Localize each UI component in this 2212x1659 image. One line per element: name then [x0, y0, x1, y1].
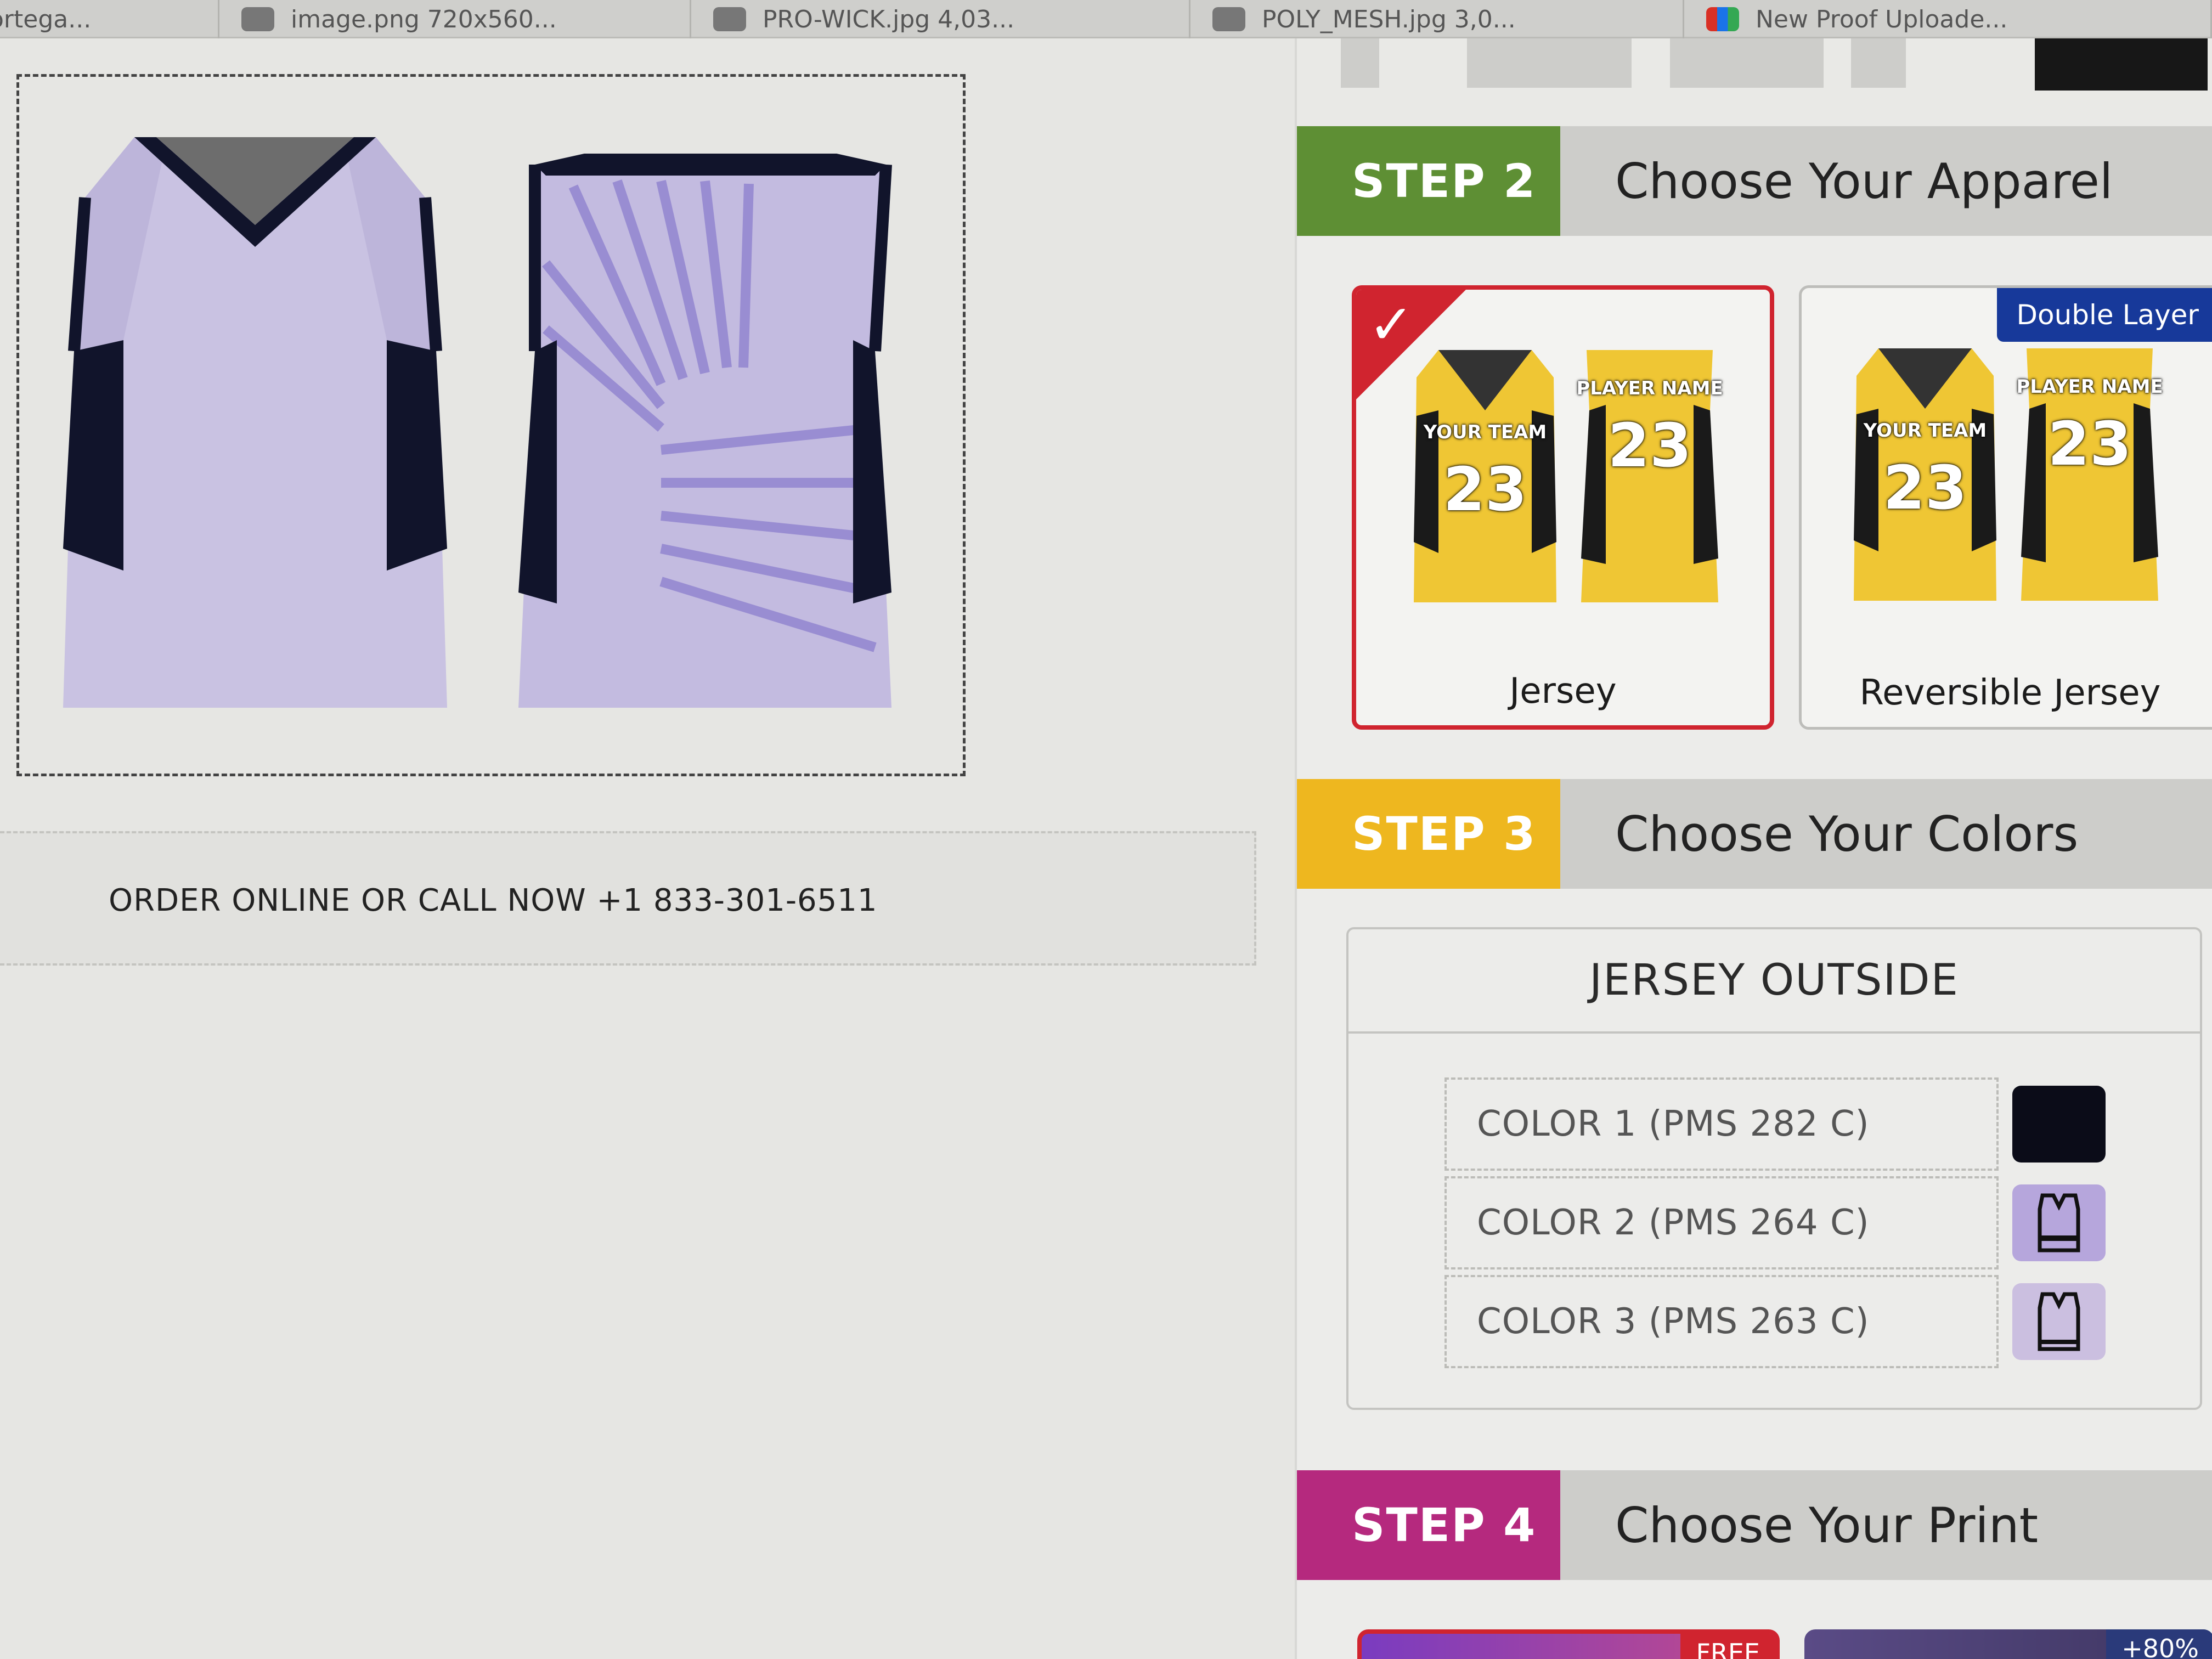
step4-header: STEP 4 Choose Your Print: [1297, 1470, 2212, 1580]
jersey-back-icon: [518, 154, 892, 708]
color-label: COLOR 3 (PMS 263 C): [1477, 1301, 1870, 1342]
step3-header: STEP 3 Choose Your Colors: [1297, 779, 2212, 889]
order-phone-text[interactable]: ORDER ONLINE OR CALL NOW +1 833-301-6511: [109, 883, 878, 918]
step2-badge: STEP 2: [1297, 126, 1560, 236]
step3-title: Choose Your Colors: [1560, 779, 2212, 889]
jersey-preview: [16, 74, 966, 776]
print-option-2[interactable]: +80%: [1804, 1629, 2212, 1659]
double-layer-badge: Double Layer: [1996, 288, 2212, 342]
team-text: YOUR TEAM: [1423, 421, 1547, 443]
jersey-back-preview: [496, 121, 924, 719]
jersey-front-thumb: YOUR TEAM 23: [1406, 345, 1565, 608]
step3-badge: STEP 3: [1297, 779, 1560, 889]
number-text: 23: [1443, 454, 1527, 524]
apparel-label: Reversible Jersey: [1859, 673, 2161, 713]
configurator-panel: STEP 2 Choose Your Apparel ✓ YOUR TEAM 2…: [1295, 38, 2212, 1659]
number-text: 23: [1883, 453, 1967, 523]
colors-section-title: JERSEY OUTSIDE: [1348, 929, 2200, 1034]
apparel-option-reversible[interactable]: Double Layer YOUR TEAM 23 PLAYER NAME 23…: [1799, 285, 2212, 730]
thumbnail[interactable]: [1467, 38, 1632, 88]
checkmark-icon: ✓: [1368, 292, 1414, 357]
file-icon: [713, 7, 746, 31]
number-text: 23: [2047, 409, 2132, 479]
price-tag: +80%: [2106, 1629, 2212, 1659]
browser-tab[interactable]: image.png 720x560...: [219, 0, 691, 38]
jersey-front-icon: [63, 137, 447, 708]
file-icon: [241, 7, 274, 31]
browser-tab[interactable]: ortega...: [0, 0, 219, 38]
number-text: 23: [1607, 410, 1692, 481]
browser-tab[interactable]: New Proof Uploade...: [1684, 0, 2212, 38]
thumbnail[interactable]: [1341, 38, 1379, 88]
jersey-outside-colors: JERSEY OUTSIDE COLOR 1 (PMS 282 C) COLOR…: [1346, 927, 2202, 1410]
tab-title: POLY_MESH.jpg 3,0...: [1262, 5, 1516, 33]
tab-title: PRO-WICK.jpg 4,03...: [763, 5, 1015, 33]
step1-thumbnails: [1297, 38, 2212, 134]
color-label: COLOR 2 (PMS 264 C): [1477, 1203, 1870, 1243]
jersey-front-thumb: YOUR TEAM 23: [1846, 343, 2005, 606]
jersey-back-thumb: PLAYER NAME 23: [2010, 343, 2169, 606]
thumbnail-dark[interactable]: [2035, 38, 2208, 91]
file-icon: [1212, 7, 1245, 31]
solid-swatch-icon[interactable]: [2012, 1086, 2106, 1163]
step2-header: STEP 2 Choose Your Apparel: [1297, 126, 2212, 236]
order-banner: ORDER ONLINE OR CALL NOW +1 833-301-6511: [0, 831, 1256, 966]
tab-title: ortega...: [0, 5, 92, 33]
jersey-back-thumb: PLAYER NAME 23: [1570, 345, 1729, 608]
browser-tab[interactable]: POLY_MESH.jpg 3,0...: [1190, 0, 1684, 38]
apparel-label: Jersey: [1509, 671, 1617, 712]
free-tag: FREE: [1680, 1634, 1775, 1659]
team-text: YOUR TEAM: [1863, 420, 1987, 442]
tab-title: image.png 720x560...: [291, 5, 557, 33]
jersey-front-preview: [41, 121, 469, 719]
color-row-2[interactable]: COLOR 2 (PMS 264 C): [1444, 1176, 1999, 1269]
color-row-3[interactable]: COLOR 3 (PMS 263 C): [1444, 1275, 1999, 1368]
thumbnail[interactable]: [1670, 38, 1824, 88]
browser-tab[interactable]: PRO-WICK.jpg 4,03...: [691, 0, 1190, 38]
gmail-icon: [1706, 7, 1739, 31]
jersey-swatch-icon[interactable]: [2012, 1283, 2106, 1360]
apparel-option-jersey[interactable]: ✓ YOUR TEAM 23 PLAYER NAME 23 Jersey: [1352, 285, 1774, 730]
thumbnail[interactable]: [1851, 38, 1906, 88]
step4-badge: STEP 4: [1297, 1470, 1560, 1580]
browser-tab-strip: ortega... image.png 720x560... PRO-WICK.…: [0, 0, 2212, 38]
player-name-text: PLAYER NAME: [2016, 376, 2163, 398]
color-row-1[interactable]: COLOR 1 (PMS 282 C): [1444, 1077, 1999, 1171]
print-option-1[interactable]: FREE: [1357, 1629, 1780, 1659]
jersey-swatch-icon[interactable]: [2012, 1184, 2106, 1261]
color-label: COLOR 1 (PMS 282 C): [1477, 1104, 1870, 1144]
tab-title: New Proof Uploade...: [1756, 5, 2008, 33]
step4-title: Choose Your Print: [1560, 1470, 2212, 1580]
step2-title: Choose Your Apparel: [1560, 126, 2212, 236]
player-name-text: PLAYER NAME: [1576, 377, 1723, 399]
